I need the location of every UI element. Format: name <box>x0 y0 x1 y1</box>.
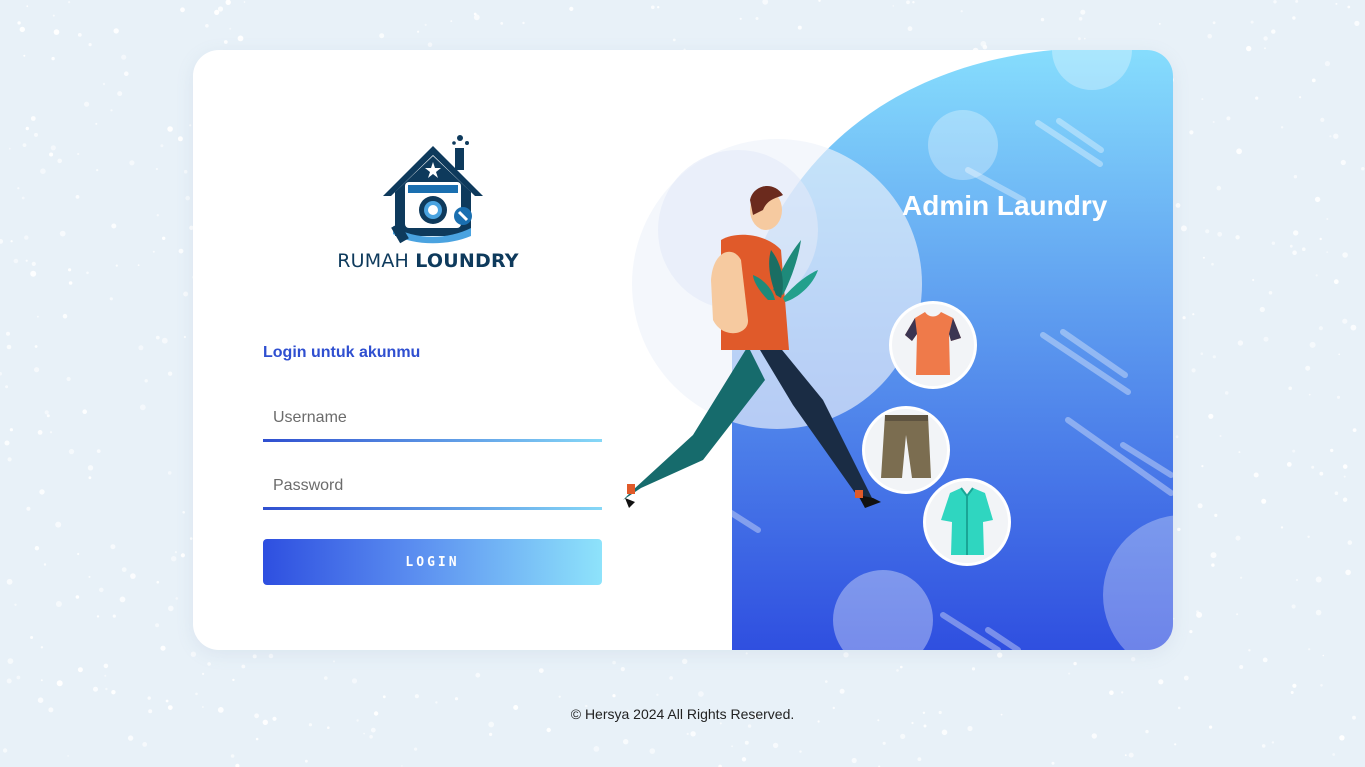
tshirt-icon <box>889 301 977 389</box>
laundry-house-logo-icon <box>383 135 483 244</box>
shorts-icon <box>862 406 950 494</box>
username-underline <box>263 439 602 442</box>
shirt-icon <box>923 478 1011 566</box>
brand-logo: RUMAH LOUNDRY <box>333 130 533 280</box>
brand-name: RUMAH LOUNDRY <box>333 250 523 272</box>
password-input[interactable] <box>263 464 602 507</box>
username-input[interactable] <box>263 396 602 439</box>
panel-title: Admin Laundry <box>902 190 1108 221</box>
brand-name-part1: RUMAH <box>337 250 410 272</box>
password-underline <box>263 507 602 510</box>
login-button[interactable]: LOGIN <box>263 539 602 585</box>
login-card: Admin Laundry RUMAH LOUNDRY Login untuk … <box>193 50 1173 650</box>
footer-copyright: © Hersya 2024 All Rights Reserved. <box>570 706 795 722</box>
username-field-wrapper <box>263 396 602 442</box>
login-heading: Login untuk akunmu <box>263 344 421 361</box>
brand-name-part2: LOUNDRY <box>415 250 519 272</box>
password-field-wrapper <box>263 464 602 510</box>
